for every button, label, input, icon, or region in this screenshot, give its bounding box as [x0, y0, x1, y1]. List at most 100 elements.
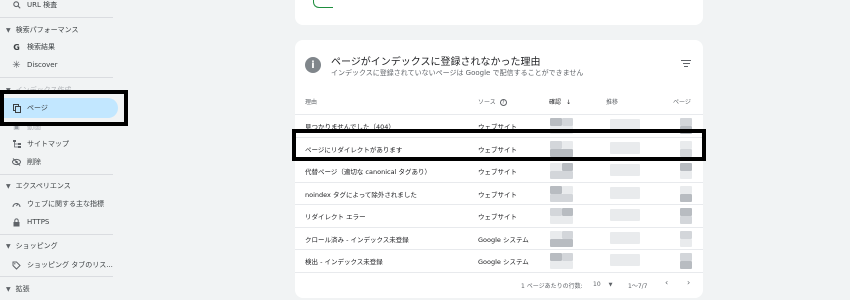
search-icon: [12, 1, 21, 10]
obscured-value: [680, 261, 692, 269]
obscured-value: [550, 148, 573, 157]
obscured-value: [562, 208, 573, 216]
obscured-value: [680, 208, 692, 216]
sidebar-item-video[interactable]: ▣ 動画: [0, 118, 120, 136]
cell-source: ウェブサイト: [478, 168, 517, 176]
cell-source: ウェブサイト: [478, 123, 517, 131]
prev-page-icon[interactable]: ‹: [665, 278, 668, 287]
sidebar: URL 検査 ▼ 検索パフォーマンス G 検索結果 ✳ Discover ▼ イ…: [0, 0, 128, 300]
obscured-value: [680, 193, 692, 202]
sidebar-item-https[interactable]: HTTPS: [0, 213, 120, 231]
obscured-value: [680, 216, 692, 224]
caret-down-icon: ▼: [6, 26, 11, 34]
sidebar-item-removals[interactable]: 削除: [0, 153, 120, 171]
obscured-value: [550, 140, 562, 149]
obscured-value: [562, 230, 573, 239]
obscured-value: [562, 118, 573, 126]
obscured-value: [610, 231, 640, 244]
sidebar-item-core-web-vitals[interactable]: ウェブに関する主な指標: [0, 195, 120, 213]
obscured-value: [550, 126, 573, 134]
section-experience[interactable]: ▼ エクスペリエンス: [0, 177, 71, 195]
section-indexing[interactable]: ▼ インデックス作成: [0, 81, 71, 99]
sidebar-item-shopping-tab[interactable]: ショッピング タブのリス...: [0, 256, 120, 274]
chart-fragment: [313, 0, 333, 8]
obscured-value: [550, 171, 573, 179]
filter-icon[interactable]: [681, 60, 691, 68]
obscured-value: [550, 185, 562, 194]
sidebar-item-sitemaps[interactable]: サイトマップ: [0, 135, 120, 153]
obscured-value: [550, 208, 562, 216]
divider: [0, 77, 113, 78]
pages-icon: [12, 103, 21, 113]
column-header-validation[interactable]: 確認 ↓: [549, 97, 571, 106]
table-row[interactable]: リダイレクト エラー ウェブサイト: [295, 204, 703, 227]
sidebar-item-pages[interactable]: ページ: [0, 98, 118, 118]
obscured-value: [562, 140, 573, 149]
section-shopping[interactable]: ▼ ショッピング: [0, 237, 58, 255]
obscured-value: [610, 209, 640, 221]
column-header-trend[interactable]: 推移: [606, 97, 618, 106]
tag-icon: [12, 261, 21, 270]
gauge-icon: [12, 200, 21, 209]
divider: [0, 234, 113, 235]
obscured-value: [680, 126, 692, 134]
section-search-performance[interactable]: ▼ 検索パフォーマンス: [0, 21, 79, 39]
obscured-value: [610, 119, 640, 131]
summary-card: [295, 0, 703, 25]
divider: [0, 276, 113, 277]
obscured-value: [610, 186, 640, 199]
obscured-value: [680, 118, 692, 126]
help-icon[interactable]: ?: [499, 99, 507, 106]
obscured-value: [680, 140, 692, 149]
cell-source: Google システム: [478, 258, 529, 266]
obscured-value: [610, 141, 640, 154]
rows-per-page-select[interactable]: 10 ▼: [593, 281, 612, 288]
obscured-value: [550, 118, 562, 126]
column-header-reason[interactable]: 理由: [305, 97, 317, 106]
sidebar-item-discover[interactable]: ✳ Discover: [0, 56, 120, 74]
column-header-pages[interactable]: ページ: [673, 97, 691, 106]
obscured-value: [562, 253, 573, 261]
sidebar-item-search-results[interactable]: G 検索結果: [0, 38, 120, 56]
next-page-icon[interactable]: ›: [687, 278, 690, 287]
lock-icon: [12, 217, 21, 227]
pagination-range: 1～7/7: [628, 283, 648, 290]
card-title: ページがインデックスに登録されなかった理由: [331, 57, 541, 68]
cell-source: ウェブサイト: [478, 213, 517, 221]
sidebar-item-url-inspection[interactable]: URL 検査: [0, 0, 120, 14]
video-icon: ▣: [13, 123, 20, 131]
obscured-value: [550, 216, 573, 224]
obscured-value: [562, 185, 573, 194]
not-indexed-reasons-card: i ページがインデックスに登録されなかった理由 インデックスに登録されていないペ…: [295, 40, 703, 298]
table-row[interactable]: 見つかりませんでした（404） ウェブサイト: [295, 114, 703, 137]
obscured-value: [680, 230, 692, 239]
cell-reason: クロール済み - インデックス未登録: [305, 235, 409, 244]
section-enhancements[interactable]: ▼ 拡張: [0, 280, 30, 298]
arrow-down-icon: ↓: [565, 99, 571, 106]
cell-reason: ページにリダイレクトがあります: [305, 145, 403, 154]
caret-down-icon: ▼: [6, 86, 11, 94]
obscured-value: [680, 253, 692, 261]
rows-per-page-label: 1 ページあたりの行数:: [521, 283, 583, 290]
divider: [0, 174, 113, 175]
caret-down-icon: ▼: [6, 285, 11, 293]
table-row[interactable]: クロール済み - インデックス未登録 Google システム: [295, 227, 703, 250]
column-header-source[interactable]: ソース?: [478, 97, 507, 106]
obscured-value: [550, 193, 573, 202]
sidebar-item-label: URL 検査: [27, 1, 58, 9]
google-g-icon: G: [13, 42, 20, 52]
eye-off-icon: [12, 158, 21, 167]
obscured-value: [610, 254, 640, 266]
obscured-value: [562, 163, 573, 171]
table-row[interactable]: noindex タグによって除外されました ウェブサイト: [295, 182, 703, 205]
table-row[interactable]: ページにリダイレクトがあります ウェブサイト: [295, 137, 703, 160]
table-row[interactable]: 代替ページ（適切な canonical タグあり） ウェブサイト: [295, 159, 703, 182]
table-row[interactable]: 検出 - インデックス未登録 Google システム: [295, 249, 703, 272]
cell-reason: 代替ページ（適切な canonical タグあり）: [305, 168, 431, 176]
cell-reason: 見つかりませんでした（404）: [305, 123, 395, 131]
obscured-value: [550, 238, 573, 247]
obscured-value: [550, 261, 573, 269]
info-icon: i: [305, 57, 321, 73]
obscured-value: [550, 163, 562, 171]
obscured-value: [680, 238, 692, 247]
